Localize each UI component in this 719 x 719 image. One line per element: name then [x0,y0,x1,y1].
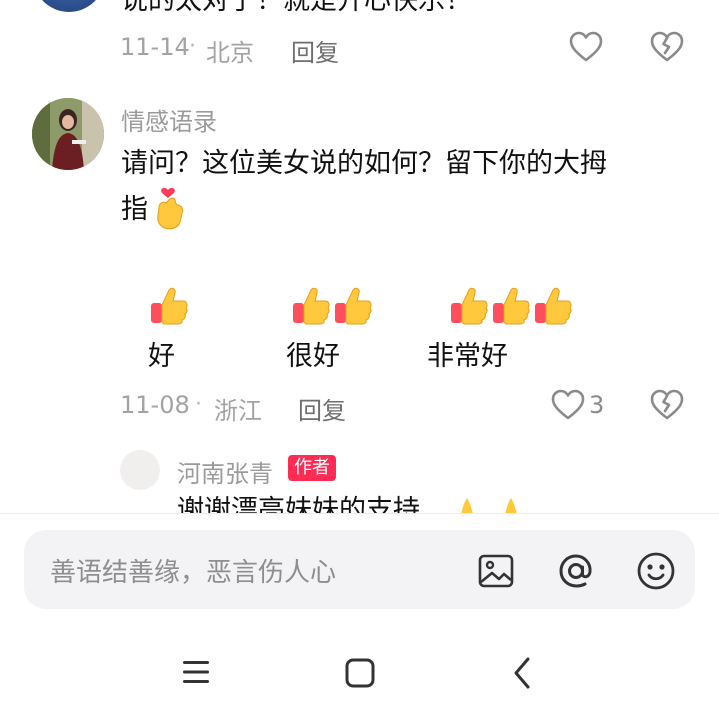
option-label-3: 非常好 [427,341,508,372]
thumbs-up-emoji-icon [333,286,373,326]
commenter-avatar[interactable] [33,0,105,12]
comment-input-placeholder[interactable]: 善语结善缘，恶言伤人心 [50,552,336,589]
option-label-1: 好 [148,341,175,372]
option-label-2: 很好 [286,341,340,372]
heart-outline-icon[interactable] [551,389,585,421]
comment-location: 浙江 [214,397,262,425]
reply-author-avatar[interactable] [120,450,160,490]
comment-text-line2: 指 [121,194,148,225]
finger-heart-emoji-icon [151,186,189,232]
thumbs-up-option-1 [149,286,189,326]
comment-date: 11-14 [120,33,190,61]
reply-author[interactable]: 河南张青 [177,454,273,489]
at-icon[interactable] [556,551,596,591]
thumbs-up-option-3 [449,286,573,326]
thumbs-up-emoji-icon [449,286,489,326]
smile-icon[interactable] [635,550,677,592]
broken-heart-icon[interactable] [650,31,684,63]
comment-location: 北京 [206,39,254,67]
square-icon[interactable] [344,657,376,689]
broken-heart-icon[interactable] [650,389,684,421]
thumbs-up-emoji-icon [291,286,331,326]
meta-separator: · [195,392,202,417]
heart-outline-icon[interactable] [569,31,603,63]
image-icon[interactable] [477,552,515,590]
comment-text: 说的太对了！就是开心快乐！ [121,0,472,16]
thumbs-up-emoji-icon [533,286,573,326]
commenter-avatar[interactable] [32,98,104,170]
menu-icon[interactable] [181,658,211,686]
comment-date: 11-08 [120,391,190,419]
back-chevron-icon[interactable] [511,656,533,690]
comment-text-line1: 请问？这位美女说的如何？留下你的大拇 [121,148,607,179]
thumbs-up-option-2 [291,286,373,326]
like-count: 3 [589,391,605,419]
meta-separator: · [189,34,196,59]
thumbs-up-emoji-icon [491,286,531,326]
reply-button[interactable]: 回复 [291,33,339,68]
thumbs-up-emoji-icon [149,286,189,326]
author-badge: 作者 [288,455,336,481]
comment-author[interactable]: 情感语录 [121,102,217,137]
reply-button[interactable]: 回复 [298,391,346,426]
